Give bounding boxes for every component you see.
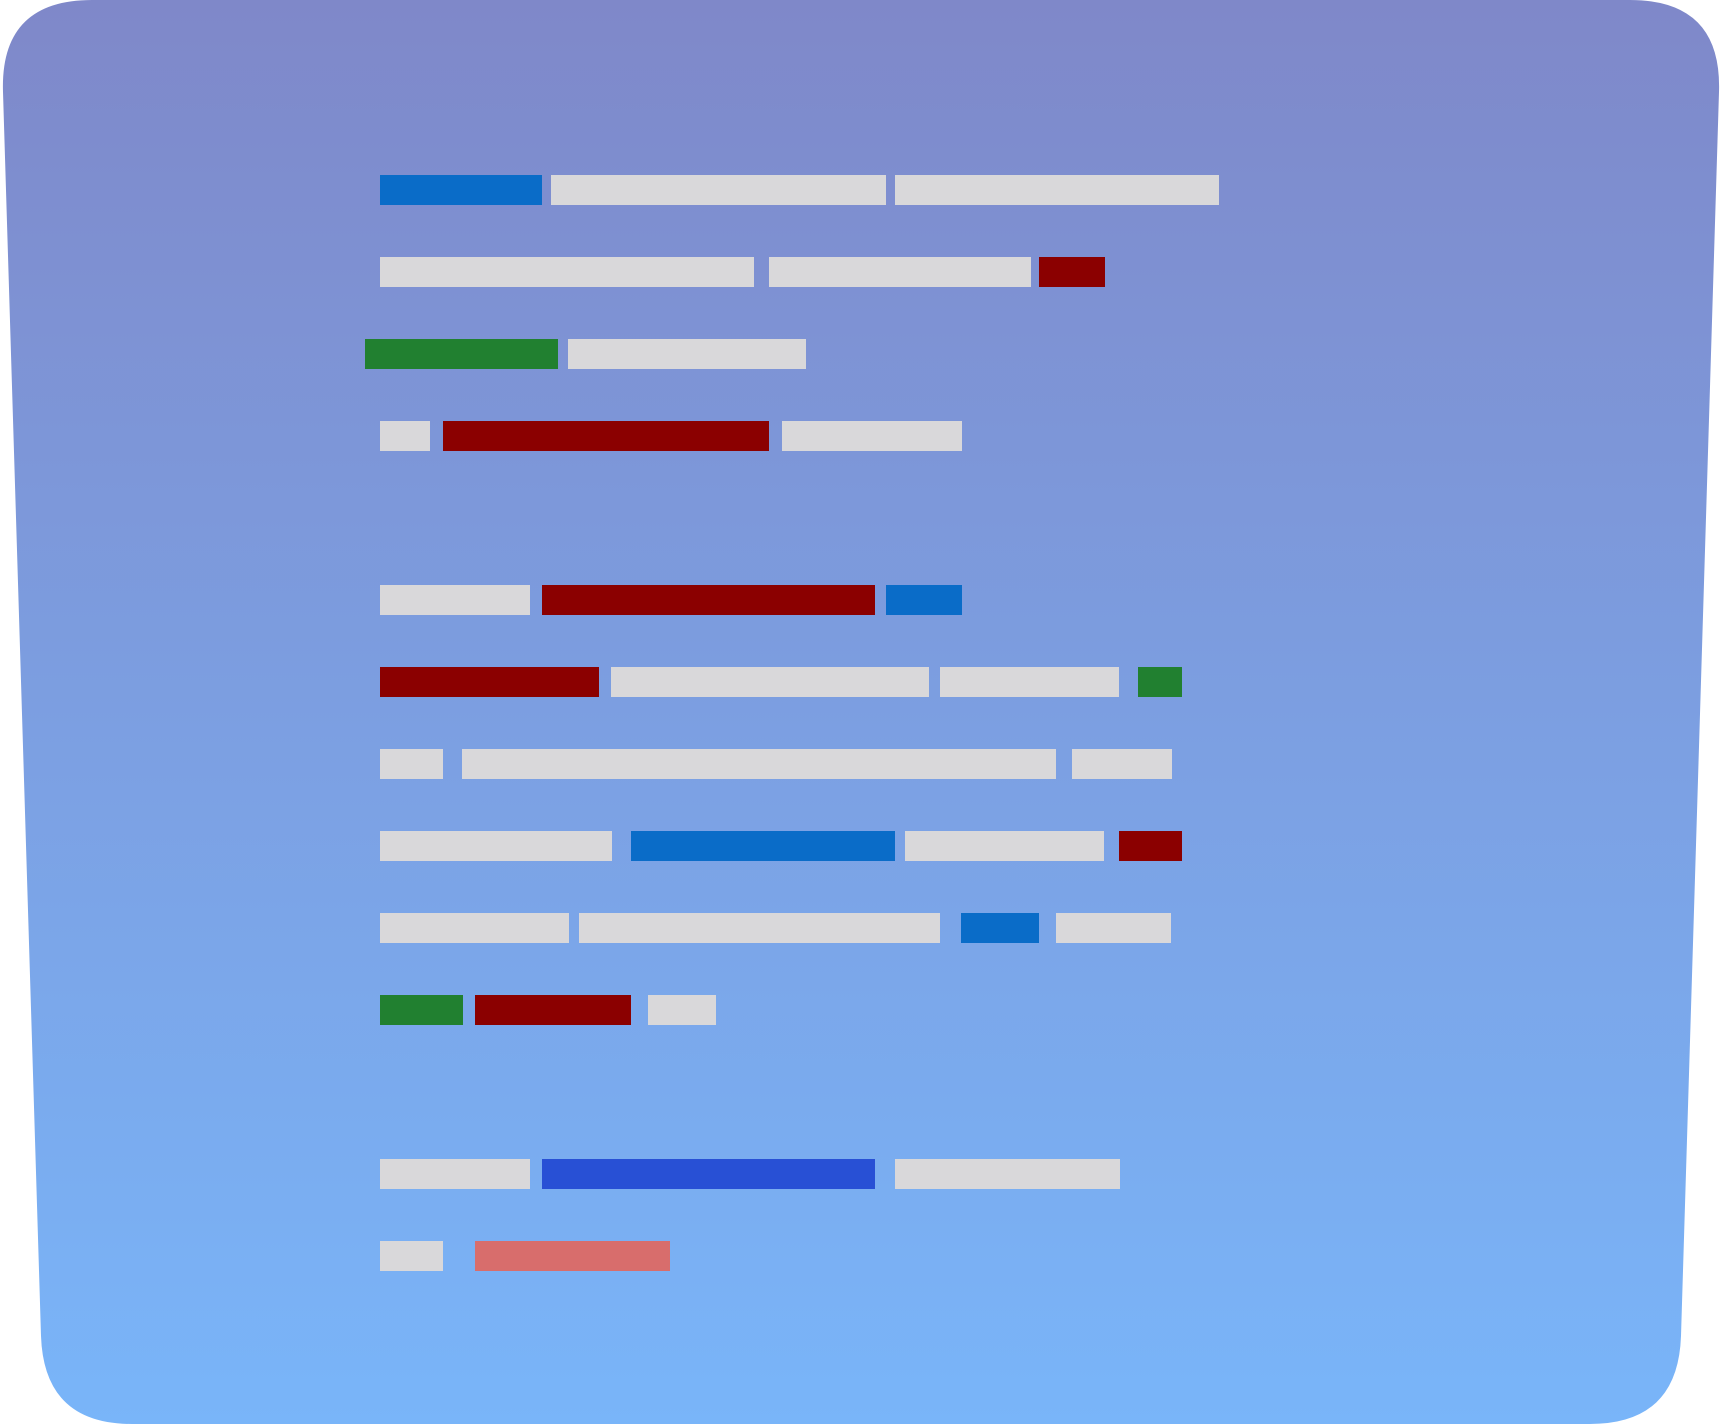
code-token-plain [380,257,754,287]
code-token-plain [380,421,430,451]
code-token-plain [895,175,1219,205]
code-line [380,421,962,451]
code-token-highlight [542,1159,875,1189]
code-token-plain [648,995,716,1025]
code-token-string [380,667,599,697]
code-token-plain [769,257,1031,287]
code-line [380,257,1105,287]
code-token-comment [380,995,463,1025]
code-token-plain [579,913,940,943]
code-token-plain [940,667,1119,697]
code-line [380,1159,1120,1189]
code-token-plain [380,1241,443,1271]
code-panel-illustration [2,0,1720,1424]
code-token-plain [1056,913,1171,943]
code-token-plain [551,175,886,205]
code-token-plain [380,585,530,615]
code-token-comment [365,339,558,369]
code-token-plain [895,1159,1120,1189]
code-line [380,995,716,1025]
code-token-plain [380,1159,530,1189]
code-line [365,339,806,369]
code-token-plain [380,831,612,861]
code-token-plain [782,421,962,451]
code-line [380,1241,670,1271]
code-token-soft [475,1241,670,1271]
illustration-stage [0,0,1722,1424]
code-line [380,831,1182,861]
code-token-keyword [886,585,962,615]
code-token-comment [1138,667,1182,697]
code-token-plain [380,913,569,943]
code-token-string [1039,257,1105,287]
panel-background [2,0,1720,1424]
code-token-plain [462,749,1056,779]
code-line [380,667,1182,697]
code-line [380,175,1219,205]
code-token-keyword [380,175,542,205]
code-token-string [1119,831,1182,861]
code-token-string [542,585,875,615]
code-line [380,585,962,615]
code-token-keyword [961,913,1039,943]
code-token-plain [611,667,929,697]
code-token-string [443,421,769,451]
code-token-keyword [631,831,895,861]
code-token-plain [905,831,1104,861]
code-token-plain [380,749,443,779]
code-token-plain [568,339,806,369]
code-token-plain [1072,749,1172,779]
code-line [380,749,1172,779]
code-token-string [475,995,631,1025]
